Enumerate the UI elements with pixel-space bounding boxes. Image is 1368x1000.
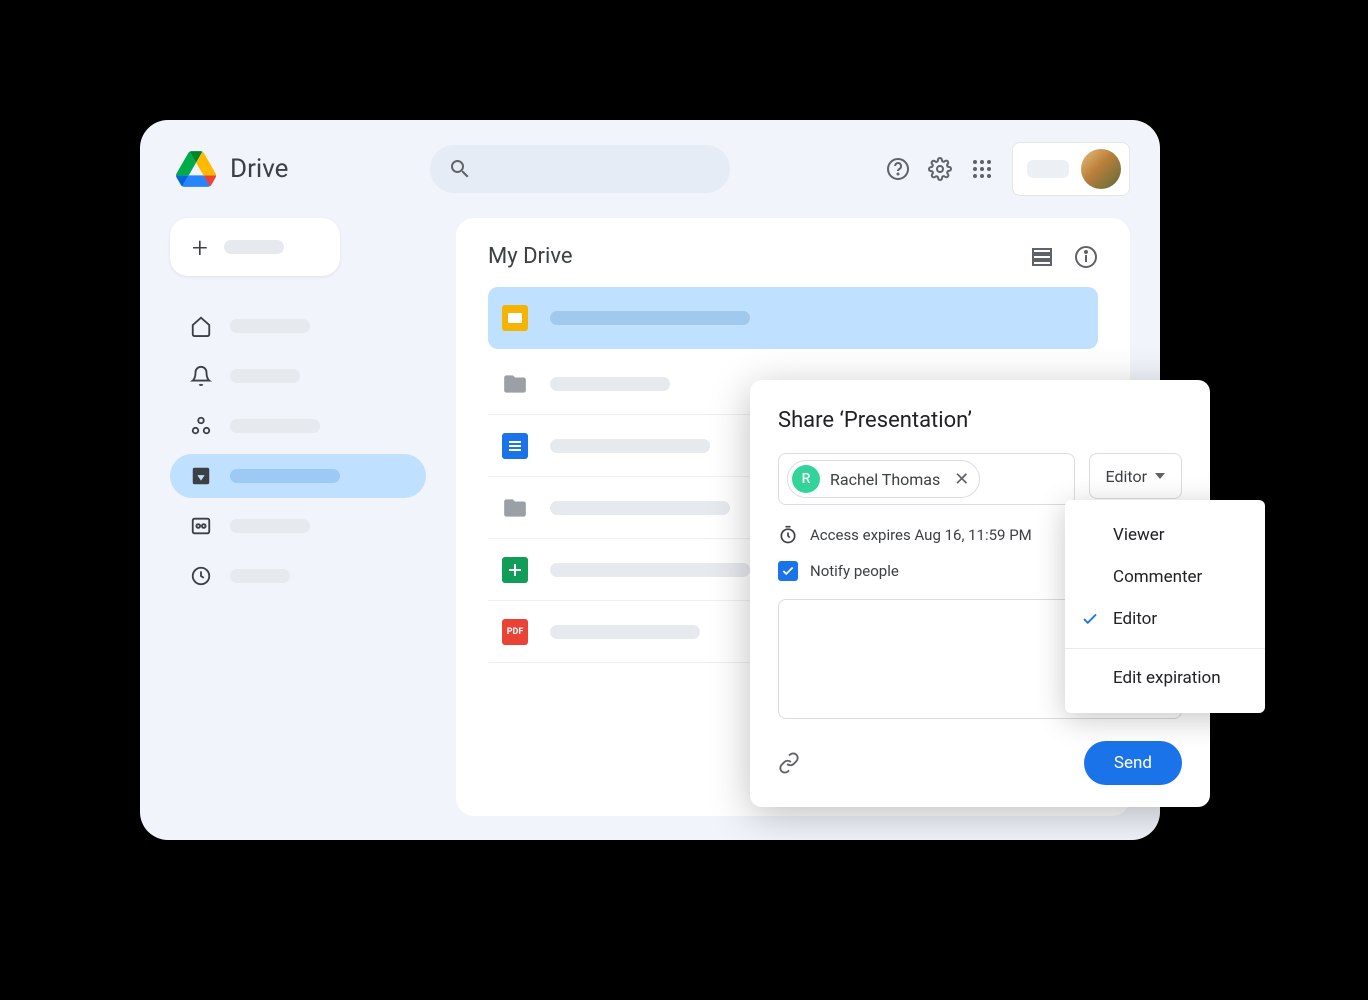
filename-placeholder: [550, 439, 710, 453]
filename-placeholder: [550, 501, 730, 515]
menu-divider: [1065, 648, 1265, 649]
caret-down-icon: [1155, 473, 1165, 479]
logo-section: Drive: [176, 149, 288, 189]
account-switcher[interactable]: [1012, 142, 1130, 196]
home-icon: [190, 315, 212, 337]
help-icon[interactable]: [886, 157, 910, 181]
sidebar-label-placeholder: [230, 469, 340, 483]
check-icon: [1081, 610, 1099, 628]
info-icon[interactable]: [1074, 245, 1098, 269]
sidebar-item-workspaces[interactable]: [170, 404, 426, 448]
workspaces-icon: [190, 415, 212, 437]
filename-placeholder: [550, 377, 670, 391]
expiration-text: Access expires Aug 16, 11:59 PM: [810, 526, 1032, 544]
apps-icon[interactable]: [970, 157, 994, 181]
sidebar-label-placeholder: [230, 419, 320, 433]
filename-placeholder: [550, 311, 750, 325]
file-row-slides[interactable]: [488, 287, 1098, 349]
role-option-editor[interactable]: Editor: [1065, 598, 1265, 640]
sidebar-label-placeholder: [230, 569, 290, 583]
send-button[interactable]: Send: [1084, 741, 1182, 785]
role-label: Editor: [1106, 467, 1147, 486]
slides-icon: [502, 305, 528, 331]
sidebar-label-placeholder: [230, 519, 310, 533]
folder-icon: [502, 495, 528, 521]
new-button[interactable]: +: [170, 218, 340, 276]
share-footer: Send: [778, 741, 1182, 785]
new-button-label-placeholder: [224, 240, 284, 254]
role-option-commenter[interactable]: Commenter: [1065, 556, 1265, 598]
header-actions: [886, 142, 1130, 196]
bell-icon: [190, 365, 212, 387]
person-chip[interactable]: R Rachel Thomas ✕: [787, 460, 980, 498]
gear-icon[interactable]: [928, 157, 952, 181]
share-dialog-title: Share ‘Presentation’: [778, 408, 1182, 433]
sidebar-item-my-drive[interactable]: [170, 454, 426, 498]
person-avatar: R: [792, 465, 820, 493]
sidebar: +: [170, 218, 426, 816]
sidebar-item-home[interactable]: [170, 304, 426, 348]
filename-placeholder: [550, 563, 750, 577]
person-name: Rachel Thomas: [830, 470, 940, 489]
clock-icon: [190, 565, 212, 587]
account-label-placeholder: [1027, 160, 1069, 178]
sidebar-item-shared-drives[interactable]: [170, 504, 426, 548]
app-title: Drive: [230, 154, 288, 184]
role-option-viewer[interactable]: Viewer: [1065, 514, 1265, 556]
sidebar-label-placeholder: [230, 369, 300, 383]
remove-chip-icon[interactable]: ✕: [954, 469, 969, 490]
page-title: My Drive: [488, 244, 573, 269]
plus-icon: +: [192, 231, 208, 264]
drive-icon: [190, 465, 212, 487]
sheets-icon: [502, 557, 528, 583]
role-menu: Viewer Commenter Editor Edit expiration: [1065, 500, 1265, 713]
pdf-icon: PDF: [502, 619, 528, 645]
filename-placeholder: [550, 625, 700, 639]
docs-icon: [502, 433, 528, 459]
search-input[interactable]: [430, 145, 730, 193]
role-dropdown[interactable]: Editor: [1089, 453, 1182, 499]
sidebar-label-placeholder: [230, 319, 310, 333]
share-recipient-row: R Rachel Thomas ✕ Editor: [778, 453, 1182, 505]
list-view-icon[interactable]: [1030, 245, 1054, 269]
timer-icon: [778, 525, 798, 545]
copy-link-icon[interactable]: [778, 752, 800, 774]
notify-checkbox[interactable]: [778, 561, 798, 581]
notify-label: Notify people: [810, 562, 899, 580]
header: Drive: [140, 120, 1160, 218]
view-actions: [1030, 245, 1098, 269]
people-input[interactable]: R Rachel Thomas ✕: [778, 453, 1075, 505]
sidebar-item-activity[interactable]: [170, 354, 426, 398]
main-header: My Drive: [488, 244, 1098, 269]
role-option-edit-expiration[interactable]: Edit expiration: [1065, 657, 1265, 699]
avatar: [1081, 149, 1121, 189]
folder-icon: [502, 371, 528, 397]
drive-logo-icon: [176, 149, 216, 189]
shared-drives-icon: [190, 515, 212, 537]
sidebar-item-recent[interactable]: [170, 554, 426, 598]
search-icon: [448, 157, 472, 181]
